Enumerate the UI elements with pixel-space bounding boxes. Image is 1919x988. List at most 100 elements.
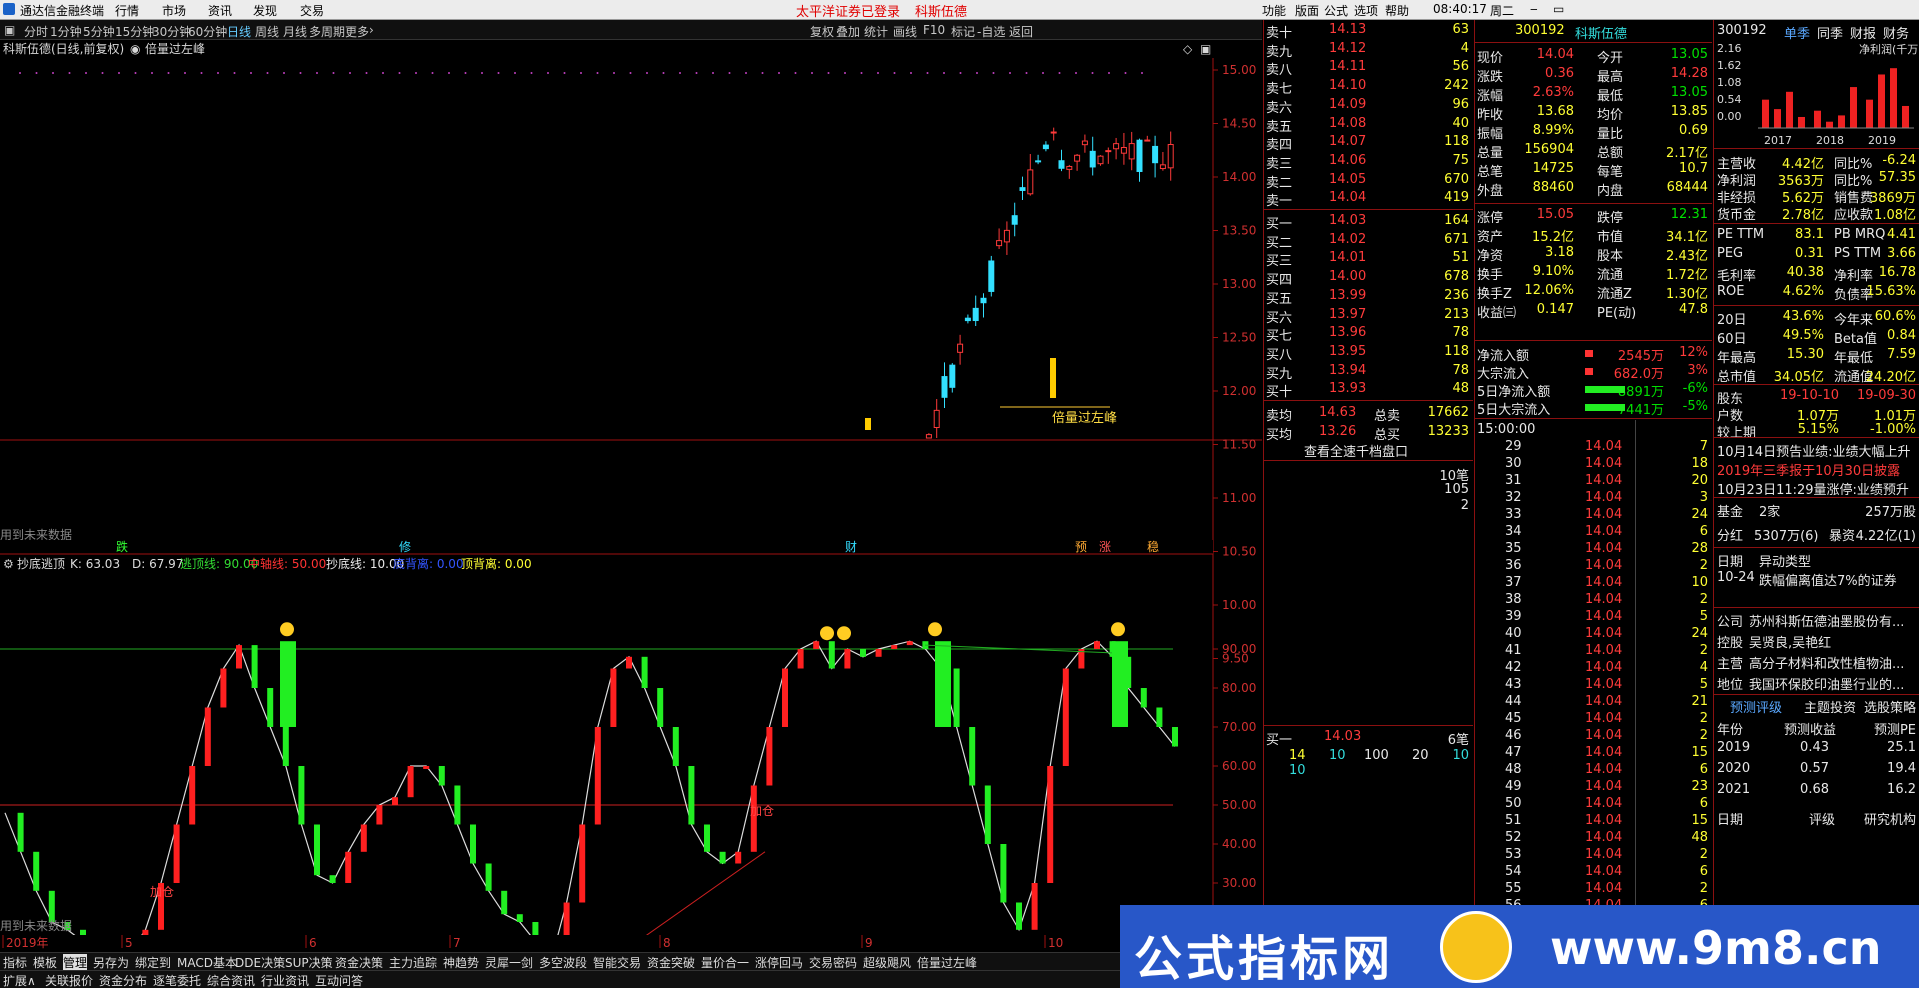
tool-f10[interactable]: F10 [923, 23, 945, 37]
tab-9[interactable]: 主力追踪 [389, 954, 437, 971]
quote-row[interactable]: 涨停 15.05 跌停 12.31 [1475, 206, 1712, 226]
chevron-right-icon[interactable]: › [369, 23, 374, 37]
forecast-row[interactable]: 2020 0.57 19.4 [1714, 760, 1919, 779]
ask-row[interactable]: 卖六 14.09 96 [1264, 96, 1473, 116]
flow-row[interactable]: 净流入额 2545万 12% [1475, 344, 1712, 364]
quote-row[interactable]: 现价 14.04 今开 13.05 [1475, 46, 1712, 66]
anomaly-row[interactable]: 日期 异动类型 [1714, 550, 1919, 570]
tab-18[interactable]: 超级飓风 [863, 954, 911, 971]
quote-row[interactable]: 总量 156904 总额 2.17亿 [1475, 141, 1712, 161]
tick-val[interactable]: 2 [1264, 497, 1473, 516]
bid-row[interactable]: 买四 14.00 678 [1264, 268, 1473, 288]
tool-mark[interactable]: 标记 [951, 23, 975, 40]
tab-12[interactable]: 多空波段 [539, 954, 587, 971]
period-more[interactable]: 更多 [345, 23, 369, 40]
news-row[interactable]: 2019年三季报于10月30日披露 [1714, 459, 1919, 479]
marker-xiu[interactable]: 修 [399, 539, 411, 554]
perf-row[interactable]: 20日 43.6% 今年来 60.6% [1714, 308, 1919, 328]
bid-row[interactable]: 买七 13.96 78 [1264, 324, 1473, 344]
ratio-row[interactable]: ROE 4.62% 负债率 15.63% [1714, 283, 1919, 303]
menu-options[interactable]: 选项 [1354, 2, 1378, 19]
tool-back[interactable]: 返回 [1009, 23, 1033, 40]
quote-row[interactable]: 收益㈢ 0.147 PE(动) 47.8 [1475, 301, 1712, 321]
forecast-tabs[interactable]: 预测评级 主题投资 选股策略 [1714, 696, 1919, 716]
tab-3[interactable]: 另存为 [93, 954, 129, 971]
quote-row[interactable]: 振幅 8.99% 量比 0.69 [1475, 122, 1712, 142]
menu-formula[interactable]: 公式 [1324, 2, 1348, 19]
period-monthly[interactable]: 月线 [283, 23, 307, 40]
kline-chart[interactable]: 科斯伍德(日线,前复权) ◉ 倍量过左峰 ◇ ▣ 15.00 14.50 14.00… [0, 40, 1262, 950]
quote-title[interactable]: 300192 科斯伍德 [1475, 22, 1712, 42]
period-fenshi[interactable]: 分时 [24, 23, 48, 40]
ratio-row[interactable]: PE TTM 83.1 PB MRQ 4.41 [1714, 226, 1919, 245]
tab-6[interactable]: DDE决策 [235, 954, 285, 971]
period-daily[interactable]: 日线 [227, 23, 251, 40]
fund-row[interactable]: 基金 2家 257万股 [1714, 500, 1919, 520]
tab-0[interactable]: 指标 [3, 954, 27, 971]
tab-0[interactable]: 扩展∧ [3, 972, 36, 988]
tab-13[interactable]: 智能交易 [593, 954, 641, 971]
news-row[interactable]: 10月14日预告业绩:业绩大幅上升 [1714, 440, 1919, 460]
tab-19[interactable]: 倍量过左峰 [917, 954, 977, 971]
avg-row[interactable]: 卖均 14.63 总卖 17662 [1264, 404, 1473, 424]
perf-row[interactable]: 年最高 15.30 年最低 7.59 [1714, 346, 1919, 366]
quote-row[interactable]: 换手 9.10% 流通 1.72亿 [1475, 263, 1712, 283]
tool-fuquan[interactable]: 复权 [810, 23, 834, 40]
bid-row[interactable]: 买九 13.94 78 [1264, 362, 1473, 382]
avg-row[interactable]: 买均 13.26 总买 13233 [1264, 423, 1473, 443]
ask-row[interactable]: 卖七 14.10 242 [1264, 77, 1473, 97]
tab-4[interactable]: 综合资讯 [207, 972, 255, 988]
quote-row[interactable]: 涨跌 0.36 最高 14.28 [1475, 65, 1712, 85]
tab-10[interactable]: 神趋势 [443, 954, 479, 971]
tool-self[interactable]: -自选 [977, 23, 1005, 40]
tool-stats[interactable]: 统计 [864, 23, 888, 40]
tab-5[interactable]: MACD基本 [177, 954, 237, 971]
tab-1[interactable]: 关联报价 [45, 972, 93, 988]
period-60min[interactable]: 60分钟 [188, 23, 227, 40]
tab-2[interactable]: 管理 [63, 954, 88, 971]
news-row[interactable]: 10月23日11:29量涨停:业绩预升 [1714, 478, 1919, 498]
perf-row[interactable]: 60日 49.5% Beta值 0.84 [1714, 327, 1919, 347]
diamond-icon[interactable]: ◇ [1183, 42, 1193, 56]
bid-row[interactable]: 买六 13.97 213 [1264, 306, 1473, 326]
company-row[interactable]: 控股 吴贤良,吴艳红 [1714, 631, 1919, 651]
marker-wen[interactable]: 稳 [1147, 539, 1159, 554]
menu-layout[interactable]: 版面 [1295, 2, 1319, 19]
quote-row[interactable]: 换手Z 12.06% 流通Z 1.30亿 [1475, 282, 1712, 302]
restore-icon[interactable]: ▭ [1553, 2, 1564, 16]
bid-row[interactable]: 买十 13.93 48 [1264, 380, 1473, 400]
tab-7[interactable]: SUP决策 [285, 954, 333, 971]
forecast-row[interactable]: 2019 0.43 25.1 [1714, 739, 1919, 758]
company-row[interactable]: 公司 苏州科斯伍德油墨股份有... [1714, 610, 1919, 630]
tab-8[interactable]: 资金决策 [335, 954, 383, 971]
tab-11[interactable]: 灵犀一剑 [485, 954, 533, 971]
marker-die[interactable]: 跌 [116, 539, 128, 554]
ask-row[interactable]: 卖五 14.08 40 [1264, 115, 1473, 135]
menu-function[interactable]: 功能 [1262, 2, 1286, 19]
menu-discover[interactable]: 发现 [253, 2, 277, 19]
indicator-name[interactable]: 倍量过左峰 [145, 41, 205, 56]
flow-row[interactable]: 5日净流入额 -8891万 -6% [1475, 380, 1712, 400]
bid-row[interactable]: 买二 14.02 671 [1264, 231, 1473, 251]
menu-trade[interactable]: 交易 [300, 2, 324, 19]
quote-row[interactable]: 总笔 14725 每笔 10.7 [1475, 160, 1712, 180]
tab-16[interactable]: 涨停回马 [755, 954, 803, 971]
menu-market[interactable]: 市场 [162, 2, 186, 19]
marker-zhang[interactable]: 涨 [1099, 539, 1111, 554]
ask-row[interactable]: 卖八 14.11 56 [1264, 58, 1473, 78]
more-depth-link[interactable]: 查看全速千档盘口 [1264, 440, 1473, 460]
menu-help[interactable]: 帮助 [1385, 2, 1409, 19]
ask-row[interactable]: 卖一 14.04 419 [1264, 189, 1473, 209]
quote-row[interactable]: 资产 15.2亿 市值 34.1亿 [1475, 225, 1712, 245]
bid1-line[interactable]: 买一 14.03 6笔 [1264, 728, 1473, 748]
ask-row[interactable]: 卖三 14.06 75 [1264, 152, 1473, 172]
period-multi[interactable]: 多周期 [309, 23, 345, 40]
quote-row[interactable]: 昨收 13.68 均价 13.85 [1475, 103, 1712, 123]
bid-row[interactable]: 买八 13.95 118 [1264, 343, 1473, 363]
marker-yu[interactable]: 预 [1075, 540, 1087, 554]
bid-row[interactable]: 买一 14.03 164 [1264, 212, 1473, 232]
tool-draw[interactable]: 画线 [893, 23, 917, 40]
period-15min[interactable]: 15分钟 [115, 23, 154, 40]
ask-row[interactable]: 卖四 14.07 118 [1264, 133, 1473, 153]
menu-quote[interactable]: 行情 [115, 2, 139, 19]
